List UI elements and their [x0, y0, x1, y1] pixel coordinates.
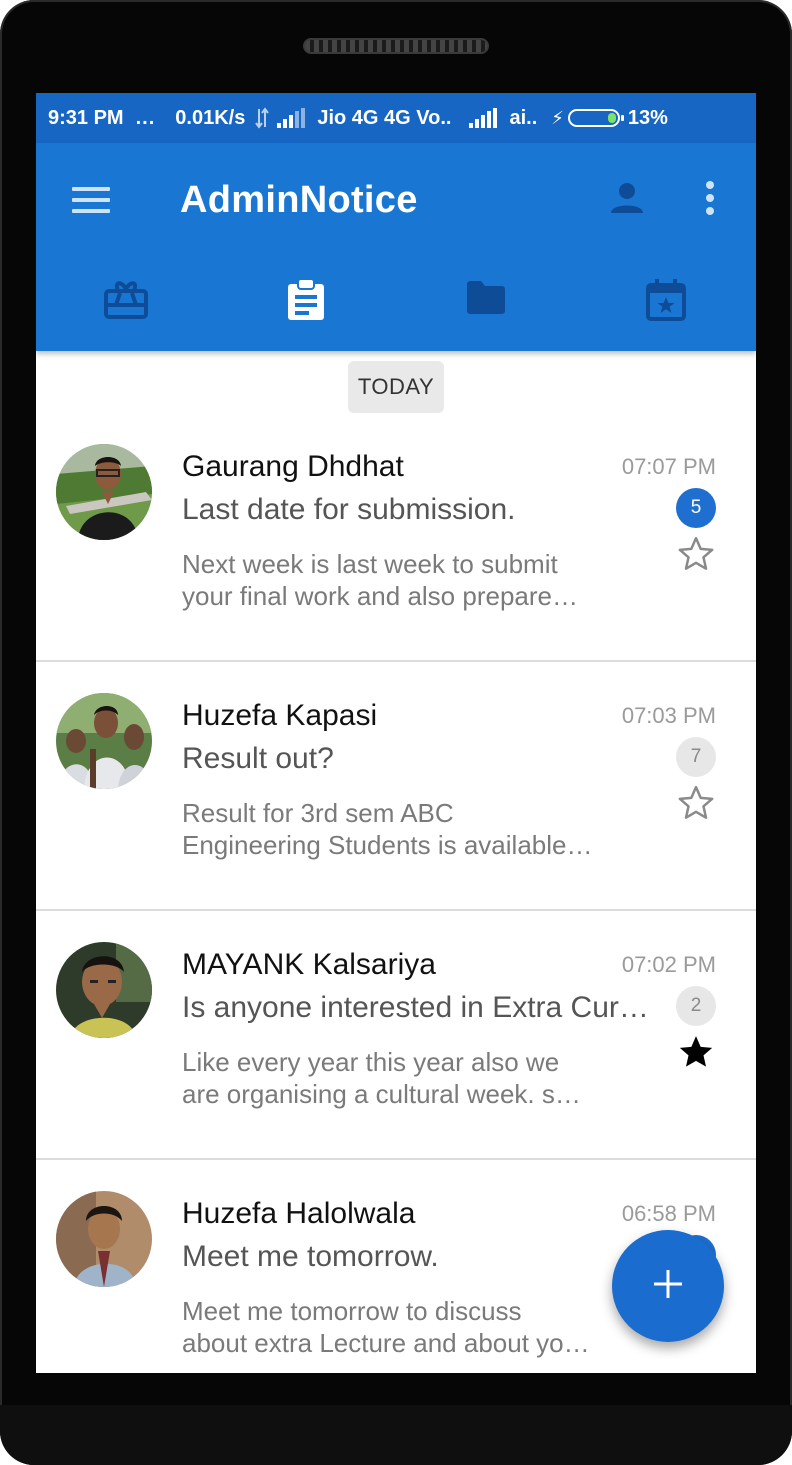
notice-sender: MAYANK Kalsariya	[182, 948, 436, 981]
signal-icon	[469, 108, 499, 128]
tab-notices[interactable]	[216, 279, 396, 349]
notice-preview-line: Like every year this year also we	[182, 1047, 560, 1077]
notice-subject: Last date for submission.	[182, 493, 516, 526]
notice-preview-line: your final work and also prepare…	[182, 581, 578, 611]
notice-preview: Next week is last week to submit your fi…	[182, 548, 622, 612]
data-transfer-icon	[255, 107, 270, 129]
notice-subject: Meet me tomorrow.	[182, 1240, 439, 1273]
phone-chin	[0, 1405, 792, 1465]
clipboard-icon	[286, 279, 326, 321]
app-bar: AdminNotice	[36, 143, 756, 401]
status-bar: 9:31 PM ... 0.01K/s Jio 4G 4G Vo.. ai.. …	[36, 93, 756, 143]
notice-subject: Result out?	[182, 742, 334, 775]
notice-sender: Gaurang Dhdhat	[182, 450, 404, 483]
calendar-star-icon	[646, 279, 686, 321]
notice-subject: Is anyone interested in Extra Cur…	[182, 991, 649, 1024]
charging-icon: ⚡	[551, 107, 564, 128]
notice-sender: Huzefa Kapasi	[182, 699, 378, 732]
phone-frame: 9:31 PM ... 0.01K/s Jio 4G 4G Vo.. ai.. …	[0, 0, 792, 1465]
compose-button[interactable]	[612, 1230, 724, 1342]
notice-time: 06:58 PM	[621, 1201, 716, 1226]
status-carrier-2: ai..	[509, 106, 538, 129]
notice-preview-line: Meet me tomorrow to discuss	[182, 1296, 522, 1326]
star-outline-icon[interactable]	[676, 783, 716, 823]
phone-speaker	[303, 38, 489, 54]
avatar[interactable]	[56, 444, 152, 540]
star-filled-icon[interactable]	[676, 1032, 716, 1072]
notice-preview: Meet me tomorrow to discuss about extra …	[182, 1295, 622, 1359]
list-item[interactable]: MAYANK Kalsariya 07:02 PM Is anyone inte…	[36, 911, 756, 1160]
notice-time: 07:07 PM	[621, 454, 716, 479]
battery-icon	[567, 109, 624, 127]
folder-icon	[465, 279, 507, 315]
notice-preview: Result for 3rd sem ABC Engineering Stude…	[182, 797, 622, 861]
status-net-speed: 0.01K/s	[175, 106, 246, 129]
gift-card-icon	[104, 279, 148, 319]
status-carrier-1: Jio 4G 4G Vo..	[317, 106, 452, 129]
status-time: 9:31 PM	[48, 106, 124, 129]
list-item[interactable]: Gaurang Dhdhat 07:07 PM Last date for su…	[36, 413, 756, 662]
notice-preview-line: about extra Lecture and about yo…	[182, 1328, 590, 1358]
notice-preview-line: are organising a cultural week. s…	[182, 1079, 581, 1109]
avatar[interactable]	[56, 693, 152, 789]
avatar[interactable]	[56, 1191, 152, 1287]
notice-time: 07:02 PM	[621, 952, 716, 977]
notice-preview-line: Result for 3rd sem ABC	[182, 798, 454, 828]
avatar[interactable]	[56, 942, 152, 1038]
date-header: TODAY	[348, 361, 444, 413]
notice-time: 07:03 PM	[621, 703, 716, 728]
status-battery: 13%	[627, 106, 668, 129]
list-item[interactable]: Huzefa Kapasi 07:03 PM Result out? 7 Res…	[36, 662, 756, 911]
notice-sender: Huzefa Halolwala	[182, 1197, 416, 1230]
tab-calendar[interactable]	[576, 279, 756, 349]
status-dots: ...	[135, 106, 156, 129]
tab-gifts[interactable]	[36, 279, 216, 349]
screen: 9:31 PM ... 0.01K/s Jio 4G 4G Vo.. ai.. …	[36, 93, 756, 1373]
app-title: AdminNotice	[180, 179, 418, 221]
notice-preview-line: Engineering Students is available…	[182, 830, 593, 860]
unread-count-badge: 2	[676, 986, 716, 1026]
menu-icon[interactable]	[72, 187, 112, 217]
unread-count-badge: 5	[676, 488, 716, 528]
tab-files[interactable]	[396, 279, 576, 349]
notice-preview: Like every year this year also we are or…	[182, 1046, 622, 1110]
notice-preview-line: Next week is last week to submit	[182, 549, 558, 579]
more-options-icon[interactable]	[706, 181, 714, 217]
star-outline-icon[interactable]	[676, 534, 716, 574]
signal-icon	[277, 108, 307, 128]
notice-list: Gaurang Dhdhat 07:07 PM Last date for su…	[36, 413, 756, 1373]
account-icon[interactable]	[610, 181, 644, 215]
plus-icon	[652, 1268, 684, 1305]
unread-count-badge: 7	[676, 737, 716, 777]
